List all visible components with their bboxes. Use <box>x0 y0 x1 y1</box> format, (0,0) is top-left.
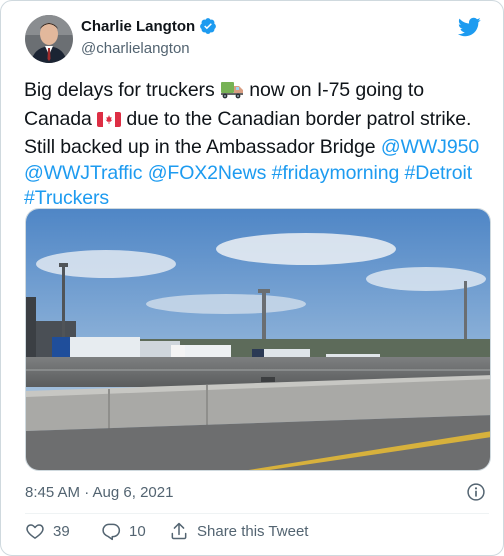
reply-icon <box>102 523 121 541</box>
like-button[interactable]: 39 <box>25 521 70 541</box>
verified-badge-icon <box>199 17 217 35</box>
share-icon <box>171 522 187 540</box>
tweet-text: Big delays for truckers now on I-75 goin… <box>24 78 490 212</box>
tweet-timestamp[interactable]: 8:45 AM · Aug 6, 2021 <box>25 484 173 501</box>
twitter-bird-icon[interactable] <box>457 15 481 39</box>
hashtag-link[interactable]: #Detroit <box>405 162 473 184</box>
hashtag-link[interactable]: #fridaymorning <box>272 162 400 184</box>
tweet-media-image[interactable] <box>25 208 491 471</box>
hashtag-link[interactable]: #Truckers <box>24 187 109 209</box>
info-icon[interactable] <box>466 482 486 502</box>
tweet-text-part: Big delays for truckers <box>24 79 220 101</box>
reply-button[interactable]: 10 <box>101 521 146 541</box>
mention-link[interactable]: @WWJ950 <box>381 136 479 158</box>
avatar[interactable] <box>25 15 73 63</box>
author-handle[interactable]: @charlielangton <box>81 40 190 57</box>
canada-flag-emoji-icon <box>97 110 122 136</box>
author-display-name[interactable]: Charlie Langton <box>81 18 195 35</box>
share-button[interactable]: Share this Tweet <box>169 521 308 541</box>
heart-icon <box>26 524 44 539</box>
mention-link[interactable]: @FOX2News <box>148 162 267 184</box>
divider <box>25 513 489 514</box>
tweet-card: Charlie Langton @charlielangton Big dela… <box>0 0 504 556</box>
author-name-row: Charlie Langton <box>81 17 217 35</box>
mention-link[interactable]: @WWJTraffic <box>24 162 142 184</box>
share-label: Share this Tweet <box>197 522 309 540</box>
truck-emoji-icon <box>220 81 244 107</box>
like-count: 39 <box>53 522 70 540</box>
reply-count: 10 <box>129 522 146 540</box>
